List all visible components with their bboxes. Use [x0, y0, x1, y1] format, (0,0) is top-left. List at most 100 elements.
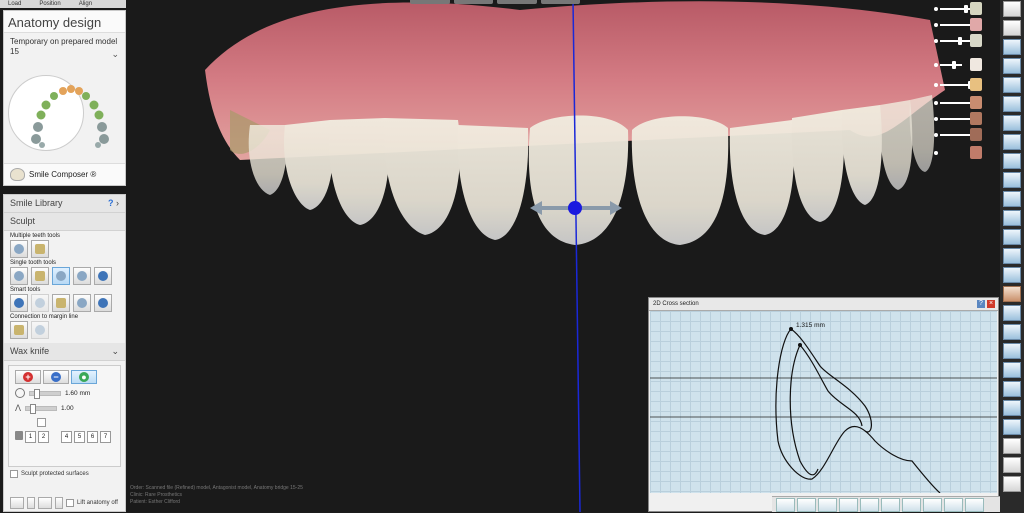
- top-item-align[interactable]: Align: [79, 0, 92, 8]
- smart-tool-2-button[interactable]: [31, 294, 49, 312]
- globe-icon[interactable]: [1003, 1, 1021, 17]
- scan-extra-icon[interactable]: [1003, 476, 1021, 492]
- undo-menu-button[interactable]: [27, 497, 35, 509]
- smart-tool-3-button[interactable]: [52, 294, 70, 312]
- close-button[interactable]: ×: [987, 300, 995, 308]
- scan-icon[interactable]: [1003, 96, 1021, 112]
- section-icon[interactable]: [1003, 267, 1021, 283]
- strength-slider[interactable]: [25, 403, 58, 414]
- contact-icon[interactable]: [1003, 248, 1021, 264]
- help-icon[interactable]: ?: [108, 198, 114, 208]
- visibility-row-2[interactable]: [928, 18, 998, 32]
- smart-tool-5-button[interactable]: [94, 294, 112, 312]
- xs-tool-8-button[interactable]: [923, 497, 942, 512]
- num-button-5[interactable]: 5: [74, 431, 85, 443]
- remove-material-button[interactable]: −: [43, 370, 69, 384]
- size-slider[interactable]: [29, 388, 61, 399]
- tooth-arch-icon[interactable]: [26, 81, 114, 151]
- box-icon[interactable]: [1003, 343, 1021, 359]
- xs-tool-2-button[interactable]: [797, 497, 816, 512]
- sculpt-protected-checkbox[interactable]: [10, 470, 18, 478]
- transparency-icon[interactable]: [1003, 324, 1021, 340]
- undo-button[interactable]: [10, 497, 24, 509]
- color-wheel-icon[interactable]: [1003, 438, 1021, 454]
- top-item-load[interactable]: Load: [8, 0, 21, 8]
- top-menu-strip: Load Position Align: [0, 0, 126, 8]
- home-icon[interactable]: [1003, 457, 1021, 473]
- multi-morph-tool-button[interactable]: [10, 240, 28, 258]
- model-icon[interactable]: [1003, 39, 1021, 55]
- single-move-tool-button[interactable]: [73, 267, 91, 285]
- num-button-4[interactable]: 4: [61, 431, 72, 443]
- view-right-icon[interactable]: [1003, 172, 1021, 188]
- xs-tool-10-button[interactable]: [965, 497, 984, 512]
- visibility-row-1[interactable]: [928, 2, 998, 16]
- snapshot-icon[interactable]: [1003, 400, 1021, 416]
- sculpt-header[interactable]: Sculpt: [4, 213, 125, 231]
- margin-connect-button[interactable]: [10, 321, 28, 339]
- visibility-row-7[interactable]: [928, 112, 998, 126]
- num-button-1[interactable]: 1: [25, 431, 36, 443]
- face-photo-icon[interactable]: [1003, 286, 1021, 302]
- xs-tool-7-button[interactable]: [902, 497, 921, 512]
- measure-icon[interactable]: [1003, 305, 1021, 321]
- layers-icon[interactable]: [1003, 20, 1021, 36]
- visibility-row-5[interactable]: [928, 78, 998, 92]
- visibility-row-8[interactable]: [928, 128, 998, 142]
- redo-menu-button[interactable]: [55, 497, 63, 509]
- top-item-position[interactable]: Position: [39, 0, 60, 8]
- grid-icon[interactable]: [1003, 381, 1021, 397]
- visibility-row-6[interactable]: [928, 96, 998, 110]
- sculpt-protected-row[interactable]: Sculpt protected surfaces: [4, 467, 125, 481]
- visibility-row-4[interactable]: [928, 58, 998, 72]
- help-button[interactable]: ?: [977, 300, 985, 308]
- lift-anatomy-checkbox[interactable]: [66, 499, 74, 507]
- view-back-icon[interactable]: [1003, 134, 1021, 150]
- top-tab-1[interactable]: [410, 0, 450, 4]
- cross-section-titlebar[interactable]: 2D Cross section ? ×: [649, 298, 998, 311]
- occlusion-icon[interactable]: [1003, 229, 1021, 245]
- top-tab-2[interactable]: [453, 0, 493, 4]
- redo-button[interactable]: [38, 497, 52, 509]
- view-bottom-icon[interactable]: [1003, 210, 1021, 226]
- teeth-icon[interactable]: [1003, 58, 1021, 74]
- visibility-row-9[interactable]: [928, 146, 998, 160]
- num-button-6[interactable]: 6: [87, 431, 98, 443]
- single-cut-tool-button[interactable]: [94, 267, 112, 285]
- xs-tool-4-button[interactable]: [839, 497, 858, 512]
- smart-tool-1-button[interactable]: [10, 294, 28, 312]
- top-tab-3[interactable]: [497, 0, 537, 4]
- wax-knife-header[interactable]: Wax knife ⌄: [4, 343, 125, 361]
- xs-tool-9-button[interactable]: [944, 497, 963, 512]
- chevron-down-icon[interactable]: ⌄: [111, 49, 119, 60]
- view-left-icon[interactable]: [1003, 153, 1021, 169]
- xs-tool-6-button[interactable]: [881, 497, 900, 512]
- view-top-icon[interactable]: [1003, 191, 1021, 207]
- num-button-7[interactable]: 7: [100, 431, 111, 443]
- visibility-row-3[interactable]: [928, 34, 998, 48]
- xs-tool-3-button[interactable]: [818, 497, 837, 512]
- num-button-2[interactable]: 2: [38, 431, 49, 443]
- smile-composer-row[interactable]: Smile Composer ®: [4, 163, 125, 185]
- view-front-icon[interactable]: [1003, 115, 1021, 131]
- smart-tool-4-button[interactable]: [73, 294, 91, 312]
- add-material-button[interactable]: +: [15, 370, 41, 384]
- xs-tool-5-button[interactable]: [860, 497, 879, 512]
- wax-option-checkbox[interactable]: [37, 418, 46, 427]
- cross-section-grid[interactable]: [650, 311, 997, 493]
- smooth-material-button[interactable]: ●: [71, 370, 97, 384]
- multi-adapt-tool-button[interactable]: [31, 240, 49, 258]
- size-value[interactable]: 1.60 mm: [65, 390, 90, 397]
- single-rotate-tool-button[interactable]: [52, 267, 70, 285]
- strength-value[interactable]: 1.00: [61, 405, 74, 412]
- view-icon[interactable]: [1003, 419, 1021, 435]
- single-scale-tool-button[interactable]: [31, 267, 49, 285]
- settings-icon[interactable]: [1003, 362, 1021, 378]
- smile-library-header[interactable]: Smile Library ? ›: [4, 195, 125, 213]
- margin-connect-2-button[interactable]: [31, 321, 49, 339]
- cross-section-window[interactable]: 2D Cross section ? ×: [648, 297, 999, 512]
- single-morph-tool-button[interactable]: [10, 267, 28, 285]
- clip-icon[interactable]: [1003, 77, 1021, 93]
- xs-tool-1-button[interactable]: [776, 497, 795, 512]
- top-tab-4[interactable]: [540, 0, 580, 4]
